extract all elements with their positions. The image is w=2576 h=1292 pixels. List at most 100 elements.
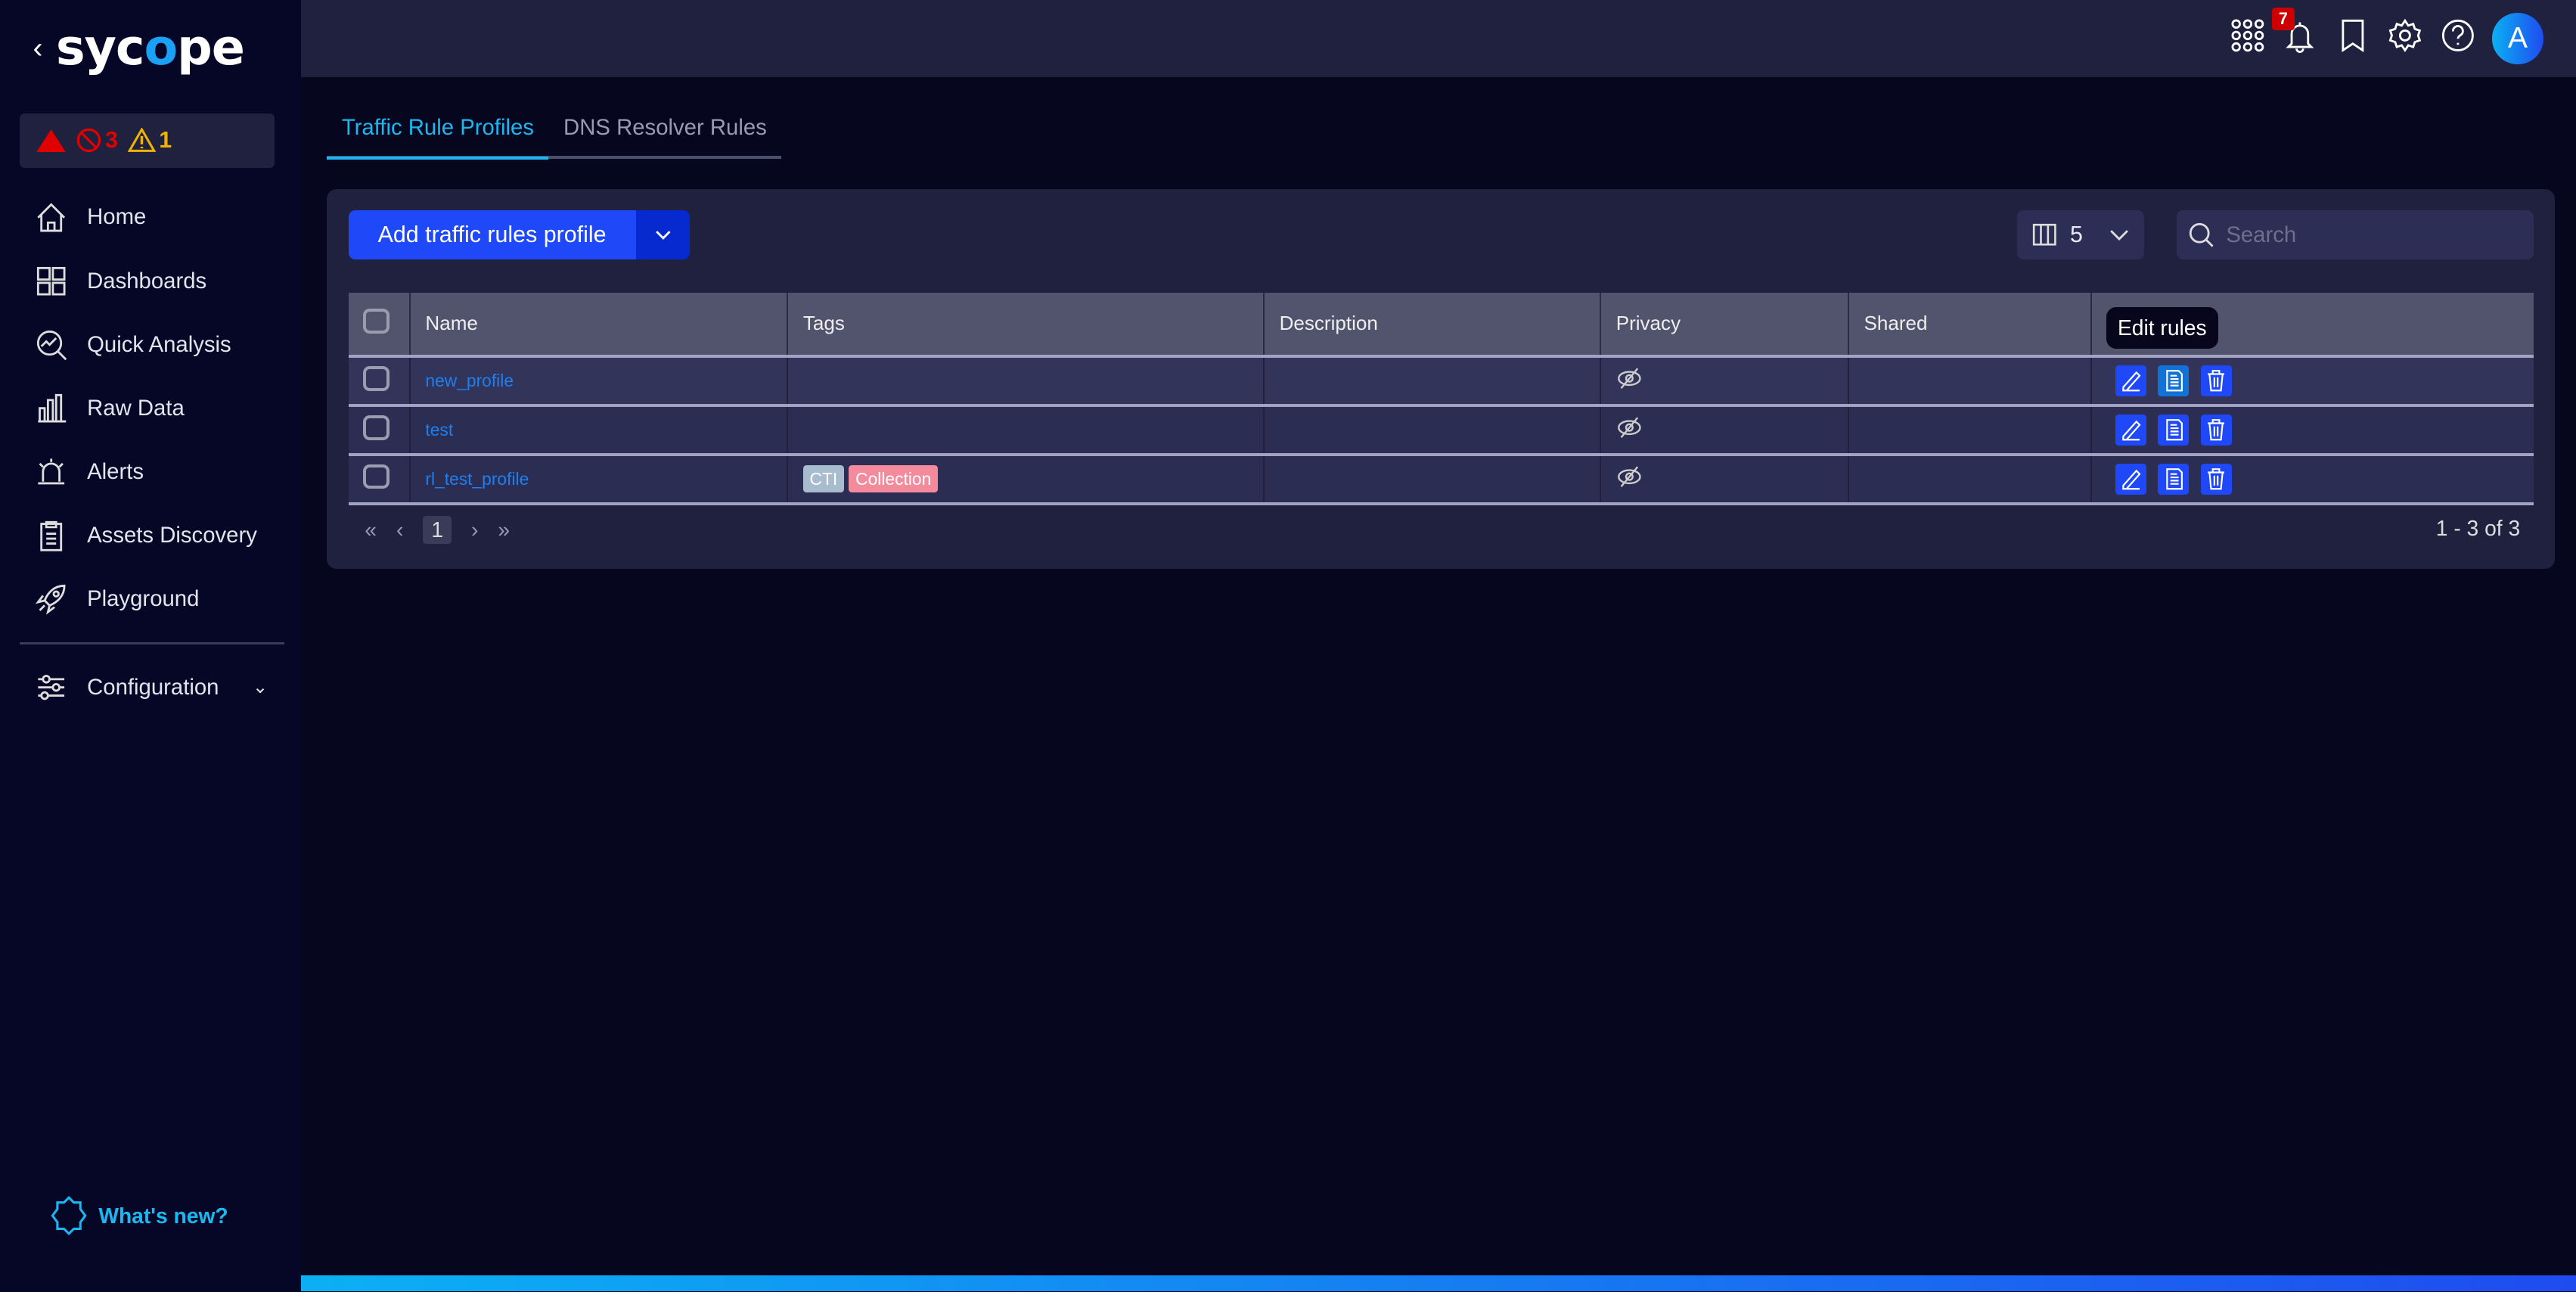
whats-new-link[interactable]: What's new?	[49, 1196, 228, 1236]
tags-cell	[787, 405, 1265, 456]
triangle-icon	[36, 129, 66, 152]
help-icon	[2441, 19, 2474, 51]
blocked-count: 3	[105, 127, 118, 154]
prev-page-icon[interactable]: ‹	[396, 517, 403, 542]
shared-cell	[1848, 454, 2093, 505]
profile-name-link[interactable]: rl_test_profile	[425, 469, 529, 489]
logo[interactable]: ‹ sycope	[33, 20, 244, 76]
bookmark-icon	[2342, 19, 2364, 52]
row-checkbox[interactable]	[363, 464, 390, 489]
row-checkbox[interactable]	[363, 366, 390, 391]
document-icon	[2164, 467, 2183, 490]
home-icon	[36, 203, 65, 232]
warning-count: 1	[159, 127, 172, 154]
column-header-shared[interactable]: Shared	[1848, 292, 2093, 359]
row-checkbox[interactable]	[363, 415, 390, 440]
document-icon	[2164, 369, 2183, 392]
tab-dns-resolver-rules[interactable]: DNS Resolver Rules	[548, 108, 781, 156]
chevron-left-icon[interactable]: ‹	[33, 32, 42, 65]
bookmarks-button[interactable]	[2335, 17, 2371, 61]
sidebar-item-dashboards[interactable]: Dashboards	[0, 250, 301, 313]
apps-button[interactable]: 7	[2230, 7, 2295, 61]
column-header-name[interactable]: Name	[409, 292, 789, 359]
help-button[interactable]	[2440, 17, 2476, 61]
sidebar-item-assets-discovery[interactable]: Assets Discovery	[0, 504, 301, 567]
sidebar-item-label: Home	[87, 204, 147, 230]
edit-button[interactable]	[2115, 463, 2146, 495]
quick-analysis-icon	[36, 330, 67, 361]
tag-badge: Collection	[849, 465, 938, 493]
sidebar-item-label: Dashboards	[87, 268, 207, 293]
clipboard-icon	[39, 521, 62, 551]
sidebar-item-label: Quick Analysis	[87, 331, 231, 357]
add-traffic-rules-profile-button[interactable]: Add traffic rules profile	[348, 210, 636, 260]
column-header-description[interactable]: Description	[1264, 292, 1602, 359]
chevron-down-icon: ⌄	[253, 677, 268, 698]
delete-button[interactable]	[2200, 365, 2232, 397]
sliders-icon	[37, 675, 64, 700]
sidebar-item-home[interactable]: Home	[0, 185, 301, 249]
first-page-icon[interactable]: «	[365, 517, 377, 542]
trash-icon	[2206, 369, 2226, 392]
pencil-icon	[2120, 369, 2141, 392]
trash-icon	[2206, 467, 2226, 490]
edit-rules-button[interactable]	[2158, 414, 2190, 446]
sidebar-item-label: Assets Discovery	[87, 522, 257, 548]
new-badge-icon	[51, 1196, 87, 1236]
pagination-range: 1 - 3 of 3	[2435, 516, 2521, 541]
sidebar-item-label: Raw Data	[87, 395, 185, 421]
sidebar-item-raw-data[interactable]: Raw Data	[0, 377, 301, 440]
last-page-icon[interactable]: »	[498, 517, 510, 542]
alerts-summary[interactable]: 3 1	[20, 113, 275, 168]
profile-name-link[interactable]: test	[425, 420, 453, 439]
sidebar-item-configuration[interactable]: Configuration ⌄	[0, 656, 301, 719]
column-header-privacy[interactable]: Privacy	[1600, 292, 1849, 359]
add-options-dropdown[interactable]	[635, 210, 691, 260]
privacy-cell	[1600, 356, 1849, 407]
warning-icon	[127, 128, 156, 153]
chevron-down-icon	[2109, 230, 2128, 241]
gear-icon	[2388, 18, 2422, 52]
columns-count: 5	[2069, 222, 2083, 248]
blocked-icon	[76, 128, 101, 153]
edit-rules-button[interactable]	[2158, 463, 2190, 495]
notifications-badge: 7	[2272, 7, 2295, 30]
avatar[interactable]: A	[2492, 13, 2543, 64]
edit-button[interactable]	[2115, 365, 2146, 397]
profile-name-link[interactable]: new_profile	[425, 371, 514, 390]
pagination: « ‹ 1 › »	[365, 516, 510, 545]
brand-logo: sycope	[55, 20, 245, 77]
sidebar-divider	[20, 642, 284, 644]
next-page-icon[interactable]: ›	[471, 517, 478, 542]
edit-button[interactable]	[2115, 414, 2146, 446]
sidebar-item-label: Alerts	[87, 458, 144, 484]
sidebar-item-label: Playground	[87, 585, 200, 611]
sidebar-item-quick-analysis[interactable]: Quick Analysis	[0, 313, 301, 377]
search-input[interactable]	[2222, 220, 2509, 250]
select-all-checkbox[interactable]	[363, 309, 390, 334]
delete-button[interactable]	[2200, 414, 2232, 446]
eye-slash-icon	[1617, 417, 1641, 439]
sidebar-item-alerts[interactable]: Alerts	[0, 440, 301, 504]
description-cell	[1264, 356, 1602, 407]
edit-rules-button[interactable]	[2158, 365, 2190, 397]
description-cell	[1264, 405, 1602, 456]
privacy-cell	[1600, 405, 1849, 456]
alarm-icon	[37, 458, 64, 485]
add-profile-split-button: Add traffic rules profile	[348, 210, 691, 260]
sidebar: ‹ sycope 3 1 Home Dashboards Quick Analy…	[0, 0, 301, 1292]
shared-cell	[1848, 356, 2093, 407]
tags-cell	[787, 356, 1265, 407]
tab-traffic-rule-profiles[interactable]: Traffic Rule Profiles	[327, 108, 549, 160]
trash-icon	[2206, 418, 2226, 441]
sidebar-item-playground[interactable]: Playground	[0, 567, 301, 631]
table-row: rl_test_profile CTI Collection	[348, 454, 2534, 505]
settings-button[interactable]	[2387, 17, 2423, 61]
description-cell	[1264, 454, 1602, 505]
column-header-tags[interactable]: Tags	[787, 292, 1265, 359]
table-row: new_profile	[348, 356, 2534, 407]
edit-rules-tooltip: Edit rules	[2106, 307, 2218, 349]
columns-selector[interactable]: 5	[2017, 210, 2144, 260]
delete-button[interactable]	[2200, 463, 2232, 495]
page-1-button[interactable]: 1	[423, 516, 452, 545]
